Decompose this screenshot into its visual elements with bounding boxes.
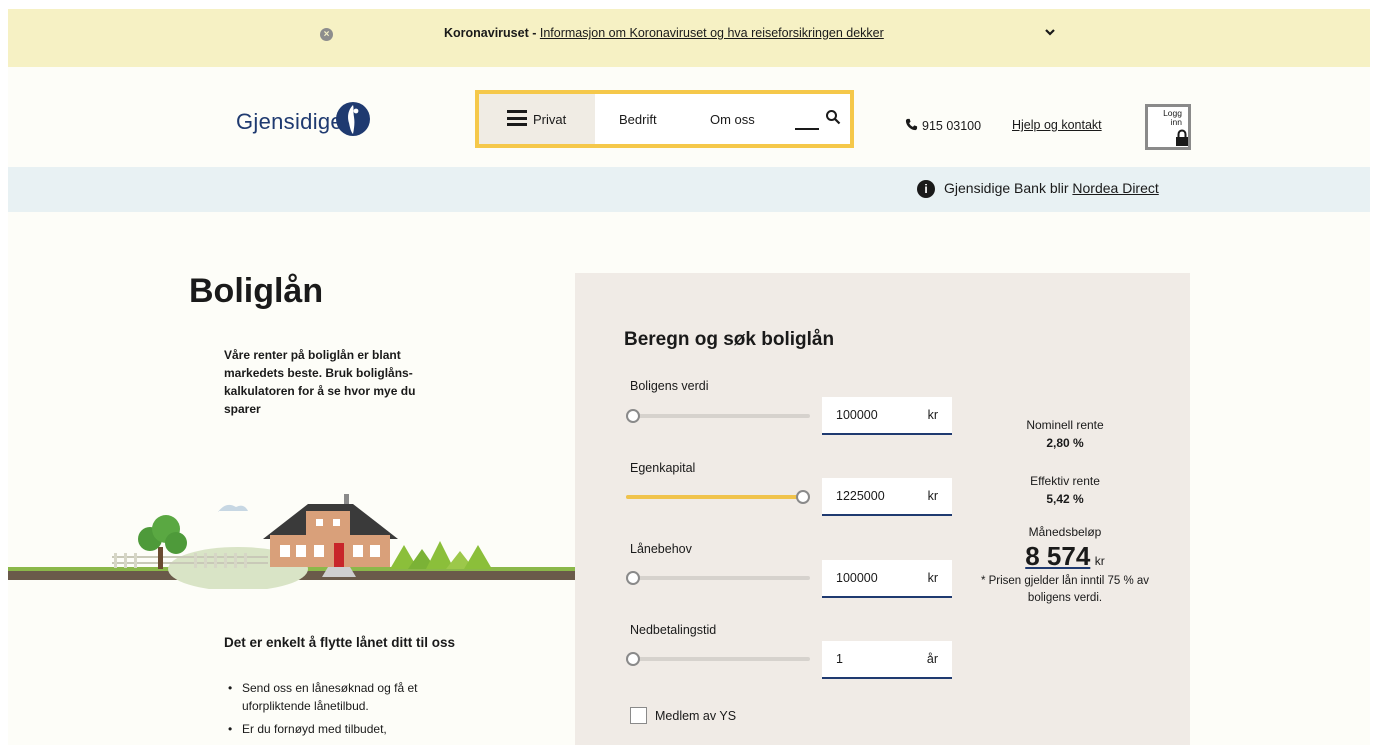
loan-need-label: Lånebehov: [630, 542, 692, 556]
page-title: Boliglån: [189, 272, 324, 310]
property-value-input[interactable]: 100000 kr: [822, 397, 952, 435]
monthly-payment: Månedsbeløp 8 574 kr * Prisen gjelder lå…: [975, 523, 1155, 607]
effective-rate-value: 5,42 %: [1046, 492, 1084, 506]
effective-rate-label: Effektiv rente: [1030, 474, 1100, 488]
nav-bedrift[interactable]: Bedrift: [619, 112, 657, 127]
benefits-list: Send oss en lånesøknad og få et uforplik…: [228, 679, 468, 743]
repayment-period-slider[interactable]: [626, 652, 810, 666]
search-icon[interactable]: [825, 109, 841, 125]
nav-om-oss[interactable]: Om oss: [710, 112, 755, 127]
corona-alert-banner: × Koronaviruset - Informasjon om Koronav…: [8, 9, 1370, 67]
input-value: 100000: [836, 408, 878, 422]
move-loan-heading: Det er enkelt å flytte lånet ditt til os…: [224, 635, 456, 650]
menu-icon[interactable]: [507, 110, 527, 126]
ys-member-checkbox[interactable]: [630, 707, 647, 724]
equity-input[interactable]: 1225000 kr: [822, 478, 952, 516]
close-alert-icon[interactable]: ×: [320, 28, 333, 41]
nominal-rate: Nominell rente 2,80 %: [975, 416, 1155, 452]
help-contact-link[interactable]: Hjelp og kontakt: [1012, 118, 1102, 132]
info-bar: i Gjensidige Bank blir Nordea Direct: [8, 167, 1370, 212]
phone-icon: [905, 118, 918, 131]
list-item: Er du fornøyd med tilbudet,: [228, 720, 468, 738]
property-value-label: Boligens verdi: [630, 379, 709, 393]
phone-link[interactable]: 915 03100: [905, 118, 981, 133]
loan-need-input[interactable]: 100000 kr: [822, 560, 952, 598]
monthly-payment-unit: kr: [1094, 554, 1105, 568]
alert-link[interactable]: Informasjon om Koronaviruset og hva reis…: [540, 26, 884, 40]
house-illustration: [8, 494, 575, 589]
slider-handle[interactable]: [796, 490, 810, 504]
nav-privat[interactable]: Privat: [479, 94, 595, 144]
nominal-rate-label: Nominell rente: [1026, 418, 1104, 432]
search-input[interactable]: [795, 128, 819, 130]
alert-message: Koronaviruset - Informasjon om Koronavir…: [444, 26, 884, 40]
slider-handle[interactable]: [626, 652, 640, 666]
main-navigation: Privat Bedrift Om oss: [475, 90, 854, 148]
input-value: 1225000: [836, 489, 885, 503]
nordea-direct-link[interactable]: Nordea Direct: [1072, 180, 1158, 196]
gjensidige-logo-icon[interactable]: [335, 101, 371, 137]
property-value-slider[interactable]: [626, 409, 810, 423]
logo-text[interactable]: Gjensidige: [236, 109, 343, 135]
monthly-payment-amount: 8 574: [1025, 541, 1091, 571]
nominal-rate-value: 2,80 %: [1046, 436, 1084, 450]
info-message: Gjensidige Bank blir: [944, 180, 1069, 196]
info-text: Gjensidige Bank blir Nordea Direct: [944, 180, 1159, 196]
input-unit: kr: [927, 489, 938, 503]
input-value: 100000: [836, 571, 878, 585]
loan-calculator: Beregn og søk boliglån Boligens verdi 10…: [575, 273, 1190, 745]
price-note: * Prisen gjelder lån inntil 75 % av boli…: [980, 575, 1150, 604]
repayment-period-label: Nedbetalingstid: [630, 623, 717, 637]
list-item: Send oss en lånesøknad og få et uforplik…: [228, 679, 468, 715]
loan-need-slider[interactable]: [626, 571, 810, 585]
intro-text: Våre renter på boliglån er blant markede…: [224, 348, 416, 416]
repayment-period-input[interactable]: 1 år: [822, 641, 952, 679]
page: × Koronaviruset - Informasjon om Koronav…: [8, 9, 1370, 745]
site-header: Gjensidige Privat Bedrift Om oss 915 031…: [8, 67, 1370, 167]
slider-handle[interactable]: [626, 571, 640, 585]
slider-handle[interactable]: [626, 409, 640, 423]
login-label: Logg inn: [1163, 108, 1182, 127]
info-icon: i: [917, 180, 935, 198]
input-unit: kr: [927, 571, 938, 585]
input-unit: kr: [927, 408, 938, 422]
lock-icon: [1176, 129, 1188, 146]
equity-slider[interactable]: [626, 490, 810, 504]
ys-member-label[interactable]: Medlem av YS: [655, 709, 736, 723]
equity-label: Egenkapital: [630, 461, 696, 475]
input-value: 1: [836, 652, 843, 666]
nav-privat-label: Privat: [533, 112, 567, 127]
calculator-title: Beregn og søk boliglån: [624, 329, 835, 350]
input-unit: år: [926, 652, 938, 666]
phone-number: 915 03100: [922, 119, 982, 133]
alert-prefix: Koronaviruset -: [444, 26, 537, 40]
chevron-down-icon[interactable]: [1043, 25, 1057, 39]
monthly-payment-label: Månedsbeløp: [1028, 525, 1102, 539]
effective-rate: Effektiv rente 5,42 %: [975, 472, 1155, 508]
login-button[interactable]: Logg inn: [1145, 104, 1191, 150]
